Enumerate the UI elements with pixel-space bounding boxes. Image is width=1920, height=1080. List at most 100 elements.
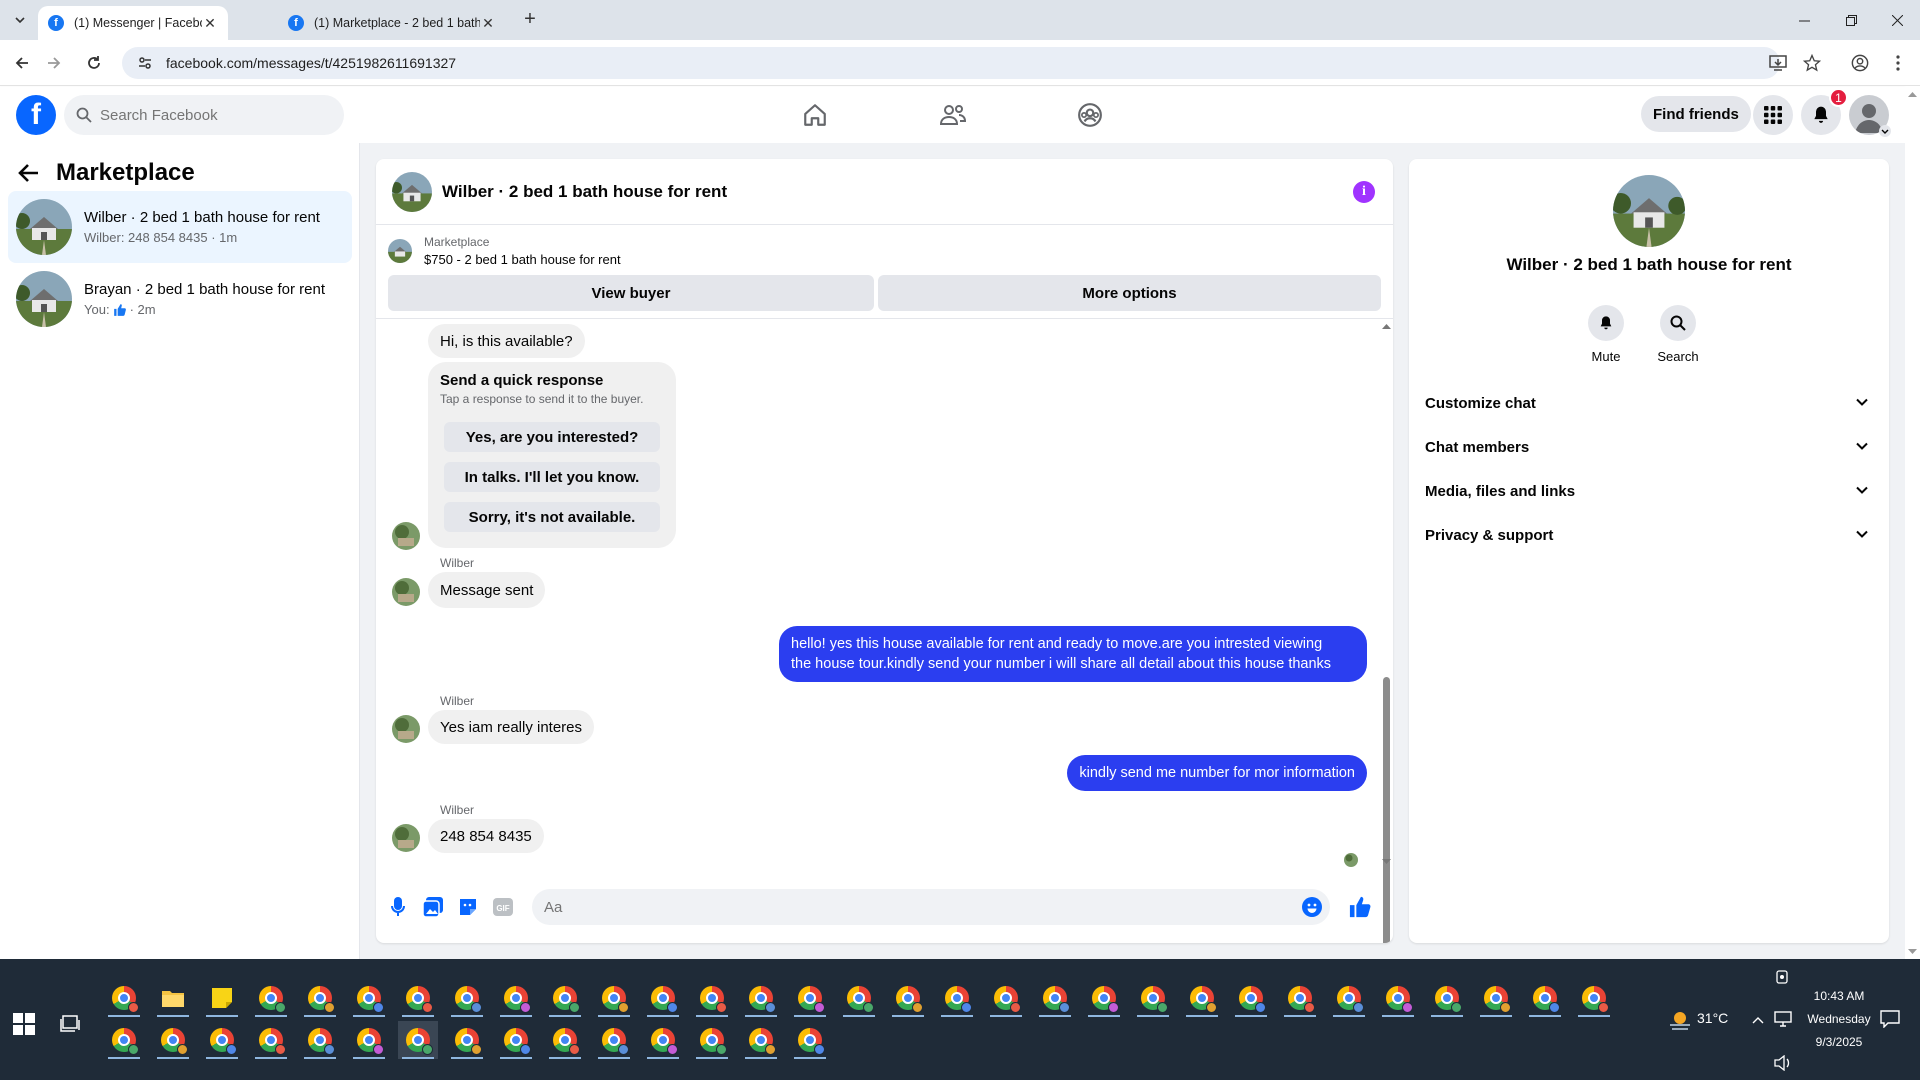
tab-search-button[interactable] bbox=[8, 8, 32, 32]
sender-avatar[interactable] bbox=[392, 522, 420, 550]
chrome-taskbar-button[interactable] bbox=[447, 1021, 487, 1059]
install-app-button[interactable] bbox=[1762, 47, 1794, 79]
tab-messenger[interactable]: f (1) Messenger | Facebook ✕ bbox=[38, 6, 228, 40]
customize-chat-section[interactable]: Customize chat bbox=[1425, 381, 1873, 425]
browser-menu-button[interactable] bbox=[1882, 47, 1914, 79]
gif-button[interactable]: GIF bbox=[491, 895, 515, 919]
scroll-down-arrow-icon[interactable] bbox=[1908, 949, 1917, 955]
chrome-taskbar-button[interactable] bbox=[986, 979, 1026, 1017]
search-input[interactable] bbox=[100, 106, 320, 124]
clock-time[interactable]: 10:43 AM bbox=[1807, 989, 1871, 1003]
chrome-taskbar-button[interactable] bbox=[741, 979, 781, 1017]
chrome-taskbar-button[interactable] bbox=[790, 979, 830, 1017]
chrome-taskbar-button[interactable] bbox=[398, 1021, 438, 1059]
chrome-taskbar-button[interactable] bbox=[1231, 979, 1271, 1017]
file-explorer-taskbar-button[interactable] bbox=[153, 979, 193, 1017]
network-icon[interactable] bbox=[1774, 1011, 1792, 1027]
chrome-taskbar-button[interactable] bbox=[496, 979, 536, 1017]
chrome-taskbar-button[interactable] bbox=[1035, 979, 1075, 1017]
chrome-taskbar-button[interactable] bbox=[349, 979, 389, 1017]
chrome-taskbar-button[interactable] bbox=[643, 1021, 683, 1059]
chrome-taskbar-button[interactable] bbox=[1280, 979, 1320, 1017]
chrome-taskbar-button[interactable] bbox=[937, 979, 977, 1017]
chrome-taskbar-button[interactable] bbox=[398, 979, 438, 1017]
chrome-taskbar-button[interactable] bbox=[1476, 979, 1516, 1017]
send-like-button[interactable] bbox=[1348, 895, 1372, 919]
chrome-taskbar-button[interactable] bbox=[741, 1021, 781, 1059]
facebook-logo[interactable]: f bbox=[16, 95, 56, 135]
media-files-links-section[interactable]: Media, files and links bbox=[1425, 469, 1873, 513]
listing-price-title[interactable]: $750 - 2 bed 1 bath house for rent bbox=[424, 252, 621, 267]
chrome-taskbar-button[interactable] bbox=[888, 979, 928, 1017]
clock-day[interactable]: Wednesday bbox=[1797, 1012, 1881, 1026]
nav-groups[interactable] bbox=[1035, 87, 1145, 143]
chrome-taskbar-button[interactable] bbox=[545, 1021, 585, 1059]
chrome-taskbar-button[interactable] bbox=[839, 979, 879, 1017]
new-tab-button[interactable]: + bbox=[520, 9, 540, 30]
show-hidden-icons-icon[interactable] bbox=[1752, 1016, 1764, 1024]
site-info-icon[interactable] bbox=[130, 51, 160, 75]
windows-start-icon[interactable] bbox=[12, 1012, 36, 1036]
weather-temperature[interactable]: 31°C bbox=[1697, 1010, 1728, 1026]
chrome-taskbar-button[interactable] bbox=[643, 979, 683, 1017]
chrome-taskbar-button[interactable] bbox=[1574, 979, 1614, 1017]
quick-response-not-available[interactable]: Sorry, it's not available. bbox=[444, 502, 660, 532]
scroll-down-arrow-icon[interactable] bbox=[1382, 859, 1391, 865]
scroll-up-arrow-icon[interactable] bbox=[1382, 323, 1391, 329]
close-tab-icon[interactable]: ✕ bbox=[480, 15, 496, 31]
message-input[interactable] bbox=[544, 898, 1304, 916]
nav-friends[interactable] bbox=[898, 87, 1008, 143]
chat-avatar[interactable] bbox=[392, 171, 432, 212]
chrome-taskbar-button[interactable] bbox=[251, 1021, 291, 1059]
chrome-taskbar-button[interactable] bbox=[300, 1021, 340, 1059]
chrome-taskbar-button[interactable] bbox=[447, 979, 487, 1017]
menu-button[interactable] bbox=[1753, 95, 1793, 135]
reload-button[interactable] bbox=[80, 49, 108, 77]
find-friends-button[interactable]: Find friends bbox=[1641, 96, 1751, 132]
sender-avatar[interactable] bbox=[392, 578, 420, 606]
forward-button[interactable] bbox=[40, 49, 68, 77]
chrome-taskbar-button[interactable] bbox=[1182, 979, 1222, 1017]
chrome-taskbar-button[interactable] bbox=[1427, 979, 1467, 1017]
emoji-icon[interactable] bbox=[1302, 897, 1322, 917]
address-bar[interactable]: facebook.com/messages/t/4251982611691327 bbox=[122, 47, 1780, 79]
chrome-taskbar-button[interactable] bbox=[692, 979, 732, 1017]
chrome-taskbar-button[interactable] bbox=[1329, 979, 1369, 1017]
conversation-item-brayan[interactable]: Brayan · 2 bed 1 bath house for rent You… bbox=[8, 263, 352, 335]
chrome-taskbar-button[interactable] bbox=[104, 1021, 144, 1059]
chrome-taskbar-button[interactable] bbox=[300, 979, 340, 1017]
chrome-taskbar-button[interactable] bbox=[1084, 979, 1124, 1017]
bookmark-button[interactable] bbox=[1796, 47, 1828, 79]
sender-avatar[interactable] bbox=[392, 715, 420, 743]
back-button[interactable] bbox=[8, 49, 36, 77]
sticky-notes-taskbar-button[interactable] bbox=[202, 979, 242, 1017]
chat-members-section[interactable]: Chat members bbox=[1425, 425, 1873, 469]
chrome-taskbar-button[interactable] bbox=[1525, 979, 1565, 1017]
chrome-taskbar-button[interactable] bbox=[153, 1021, 193, 1059]
profile-button[interactable] bbox=[1844, 47, 1876, 79]
back-arrow-icon[interactable] bbox=[18, 163, 40, 183]
chrome-taskbar-button[interactable] bbox=[496, 1021, 536, 1059]
chrome-taskbar-button[interactable] bbox=[790, 1021, 830, 1059]
chrome-taskbar-button[interactable] bbox=[251, 979, 291, 1017]
quick-response-yes[interactable]: Yes, are you interested? bbox=[444, 422, 660, 452]
conversation-info-button[interactable]: i bbox=[1353, 181, 1375, 203]
chrome-taskbar-button[interactable] bbox=[1378, 979, 1418, 1017]
voice-clip-button[interactable] bbox=[386, 895, 410, 919]
mute-button[interactable]: Mute bbox=[1576, 305, 1636, 364]
volume-icon[interactable] bbox=[1774, 1055, 1792, 1071]
clock-date[interactable]: 9/3/2025 bbox=[1807, 1035, 1871, 1049]
restore-button[interactable] bbox=[1828, 0, 1874, 40]
chrome-taskbar-button[interactable] bbox=[692, 1021, 732, 1059]
more-options-button[interactable]: More options bbox=[878, 275, 1381, 311]
view-buyer-button[interactable]: View buyer bbox=[388, 275, 874, 311]
chrome-taskbar-button[interactable] bbox=[202, 1021, 242, 1059]
notification-center-icon[interactable] bbox=[1880, 1010, 1900, 1028]
chat-title[interactable]: Wilber · 2 bed 1 bath house for rent bbox=[442, 182, 727, 202]
attach-photo-button[interactable] bbox=[421, 895, 445, 919]
message-scrollbar[interactable] bbox=[1380, 321, 1392, 943]
chrome-taskbar-button[interactable] bbox=[594, 979, 634, 1017]
minimize-button[interactable] bbox=[1781, 0, 1827, 40]
chrome-taskbar-button[interactable] bbox=[545, 979, 585, 1017]
tab-marketplace[interactable]: f (1) Marketplace - 2 bed 1 bath ✕ bbox=[278, 6, 506, 40]
